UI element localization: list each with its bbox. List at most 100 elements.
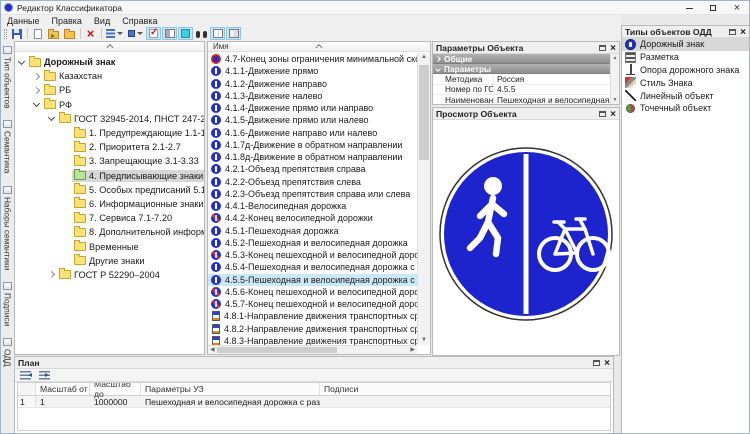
menu-item[interactable]: Данные — [1, 16, 46, 26]
plan-table-row[interactable]: 1 1 1000000 Пешеходная и велосипедная до… — [18, 396, 610, 408]
tree-item[interactable]: 3. Запрещающие 3.1-3.33 — [15, 154, 204, 168]
sign-list-item[interactable]: 4.8.2-Направление движения транспортных … — [208, 323, 417, 335]
property-value[interactable]: 4.5.5 — [493, 84, 610, 94]
toolbar-button[interactable] — [25, 27, 29, 40]
sign-list-item[interactable]: 4.1.7д-Движение в обратном направлении — [208, 139, 417, 151]
tree-item[interactable]: 1. Предупреждающие 1.1-1.34.3 — [15, 126, 204, 140]
tree-item[interactable]: Временные — [15, 239, 204, 253]
odd-type-item[interactable]: Точечный объект — [622, 102, 749, 115]
plan-column-header[interactable]: Подписи — [320, 383, 610, 395]
close-panel-icon[interactable] — [610, 109, 616, 119]
toolbar-button[interactable] — [62, 27, 77, 40]
sign-list-item[interactable]: 4.2.1-Объезд препятствия справа — [208, 163, 417, 175]
tree-item[interactable]: 2. Приоритета 2.1-2.7 — [15, 140, 204, 154]
tree-chevron-icon[interactable] — [18, 58, 25, 65]
odd-type-item[interactable]: Дорожный знак — [622, 38, 749, 51]
sign-list-item[interactable]: 4.5.1-Пешеходная дорожка — [208, 225, 417, 237]
toolbar-button[interactable] — [146, 27, 161, 40]
tree-item[interactable]: РБ — [15, 83, 204, 97]
close-panel-icon[interactable] — [610, 43, 616, 53]
property-value[interactable]: Россия — [493, 74, 610, 84]
side-tab[interactable]: Наборы семантики — [3, 183, 13, 273]
plan-toolbar-button[interactable] — [37, 369, 52, 381]
odd-type-item[interactable]: Линейный объект — [622, 89, 749, 102]
close-panel-icon[interactable] — [740, 27, 746, 37]
maximize-button[interactable] — [701, 1, 725, 15]
plan-cell-labels[interactable] — [320, 396, 610, 407]
tree-item[interactable]: ГОСТ Р 52290–2004 — [15, 268, 204, 282]
sign-list-item[interactable]: 4.2.3-Объезд препятствия справа или слев… — [208, 188, 417, 200]
tree-chevron-icon[interactable] — [33, 87, 40, 94]
plan-cell-uz-params[interactable]: Пешеходная и велосипедная дорожка с разд… — [141, 396, 320, 407]
tree-chevron-icon[interactable] — [33, 100, 40, 107]
side-tab[interactable]: Тип объектов — [3, 43, 13, 111]
plan-cell-scale-to[interactable]: 1000000 — [90, 396, 141, 407]
toolbar-button[interactable] — [194, 27, 209, 40]
vertical-scrollbar[interactable]: ▲ ▼ — [417, 53, 430, 345]
property-value[interactable]: Пешеходная и велосипедная дорожка с ... — [493, 95, 610, 105]
scroll-down-icon[interactable]: ▼ — [611, 96, 619, 104]
toolbar-button[interactable] — [210, 27, 225, 40]
scroll-up-icon[interactable]: ▲ — [418, 53, 430, 62]
sign-list-item[interactable]: 4.5.7-Конец пешеходной и велосипедной до… — [208, 298, 417, 310]
property-row[interactable]: Номер по ГОСТ 4.5.5 — [433, 85, 610, 96]
scroll-up-icon[interactable]: ▲ — [611, 54, 619, 62]
toolbar-button[interactable] — [78, 27, 82, 40]
scroll-right-icon[interactable]: ▶ — [408, 346, 417, 354]
tree-item[interactable]: Дорожный знак — [15, 55, 204, 69]
side-tab[interactable]: Семантика — [3, 117, 13, 176]
property-row[interactable]: Наименование Пешеходная и велосипедная д… — [433, 95, 610, 105]
tree-item[interactable]: ГОСТ 32945-2014, ПНСТ 247-2017 — [15, 112, 204, 126]
list-column-header[interactable]: Имя — [208, 42, 430, 52]
odd-type-item[interactable]: Стиль Знака — [622, 76, 749, 89]
float-panel-icon[interactable] — [599, 111, 606, 117]
sign-list-item[interactable]: 4.2.2-Объезд препятствия слева — [208, 176, 417, 188]
side-tab[interactable]: ОДД — [3, 335, 13, 370]
menu-item[interactable]: Правка — [46, 16, 88, 26]
tree-item[interactable]: 4. Предписывающие знаки 4.1.1-4.8.3 — [15, 169, 204, 183]
sign-list-item[interactable]: 4.1.4-Движение прямо или направо — [208, 102, 417, 114]
close-panel-icon[interactable] — [604, 358, 610, 368]
sign-list-item[interactable]: 4.5.3-Конец пешеходной и велосипедной до… — [208, 249, 417, 261]
plan-column-header[interactable]: Масштаб от — [36, 383, 90, 395]
toolbar-button[interactable] — [126, 27, 145, 40]
plan-column-header[interactable]: Масштаб до — [90, 383, 141, 395]
minimize-button[interactable] — [677, 1, 701, 15]
tree-item[interactable]: РФ — [15, 98, 204, 112]
toolbar-button[interactable] — [99, 27, 103, 40]
plan-cell-scale-from[interactable]: 1 — [36, 396, 90, 407]
toolbar-button[interactable] — [83, 27, 98, 40]
float-panel-icon[interactable] — [599, 45, 606, 51]
tree-column-header[interactable] — [15, 42, 204, 52]
toolbar-button[interactable] — [104, 27, 125, 40]
sign-list-item[interactable]: 4.5.6-Конец пешеходной и велосипедной до… — [208, 286, 417, 298]
tree-item[interactable]: 5. Особых предписаний 5.1-5.34 — [15, 183, 204, 197]
sign-list-item[interactable]: 4.1.8д-Движение в обратном направлении — [208, 151, 417, 163]
tree-item[interactable]: 8. Дополнительной информации 8.1.1-8.24 — [15, 225, 204, 239]
scroll-left-icon[interactable]: ◀ — [208, 346, 217, 354]
toolbar-button[interactable] — [3, 27, 8, 40]
property-group-parameters[interactable]: Параметры — [433, 64, 610, 74]
vertical-scrollbar[interactable]: ▲ ▼ — [610, 54, 619, 104]
float-panel-icon[interactable] — [593, 360, 600, 366]
toolbar-button[interactable] — [9, 27, 24, 40]
sign-list-item[interactable]: 4.1.6-Движение направо или налево — [208, 127, 417, 139]
horizontal-scrollbar[interactable]: ◀ ▶ — [208, 345, 417, 354]
scrollbar-thumb[interactable] — [419, 65, 429, 160]
tree-chevron-icon[interactable] — [48, 114, 55, 121]
toolbar-button[interactable] — [226, 27, 241, 40]
menu-item[interactable]: Справка — [116, 16, 163, 26]
sign-list-item[interactable]: 4.7-Конец зоны ограничения минимальной с… — [208, 53, 417, 65]
tree-chevron-icon[interactable] — [48, 271, 55, 278]
sign-list-item[interactable]: 4.5.4-Пешеходная и велосипедная дорожка … — [208, 261, 417, 273]
sign-list-item[interactable]: 4.8.1-Направление движения транспортных … — [208, 310, 417, 322]
property-group-general[interactable]: Общие — [433, 54, 610, 64]
toolbar-button[interactable] — [178, 27, 193, 40]
scrollbar-thumb[interactable] — [217, 347, 337, 353]
float-panel-icon[interactable] — [729, 29, 736, 35]
tree-item[interactable]: 6. Информационные знаки 6.1-6.21.2 — [15, 197, 204, 211]
sign-list-item[interactable]: 4.4.1-Велосипедная дорожка — [208, 200, 417, 212]
tree-chevron-icon[interactable] — [33, 73, 40, 80]
sign-list-item[interactable]: 4.1.3-Движение налево — [208, 90, 417, 102]
sign-list-item[interactable]: 4.1.1-Движение прямо — [208, 65, 417, 77]
